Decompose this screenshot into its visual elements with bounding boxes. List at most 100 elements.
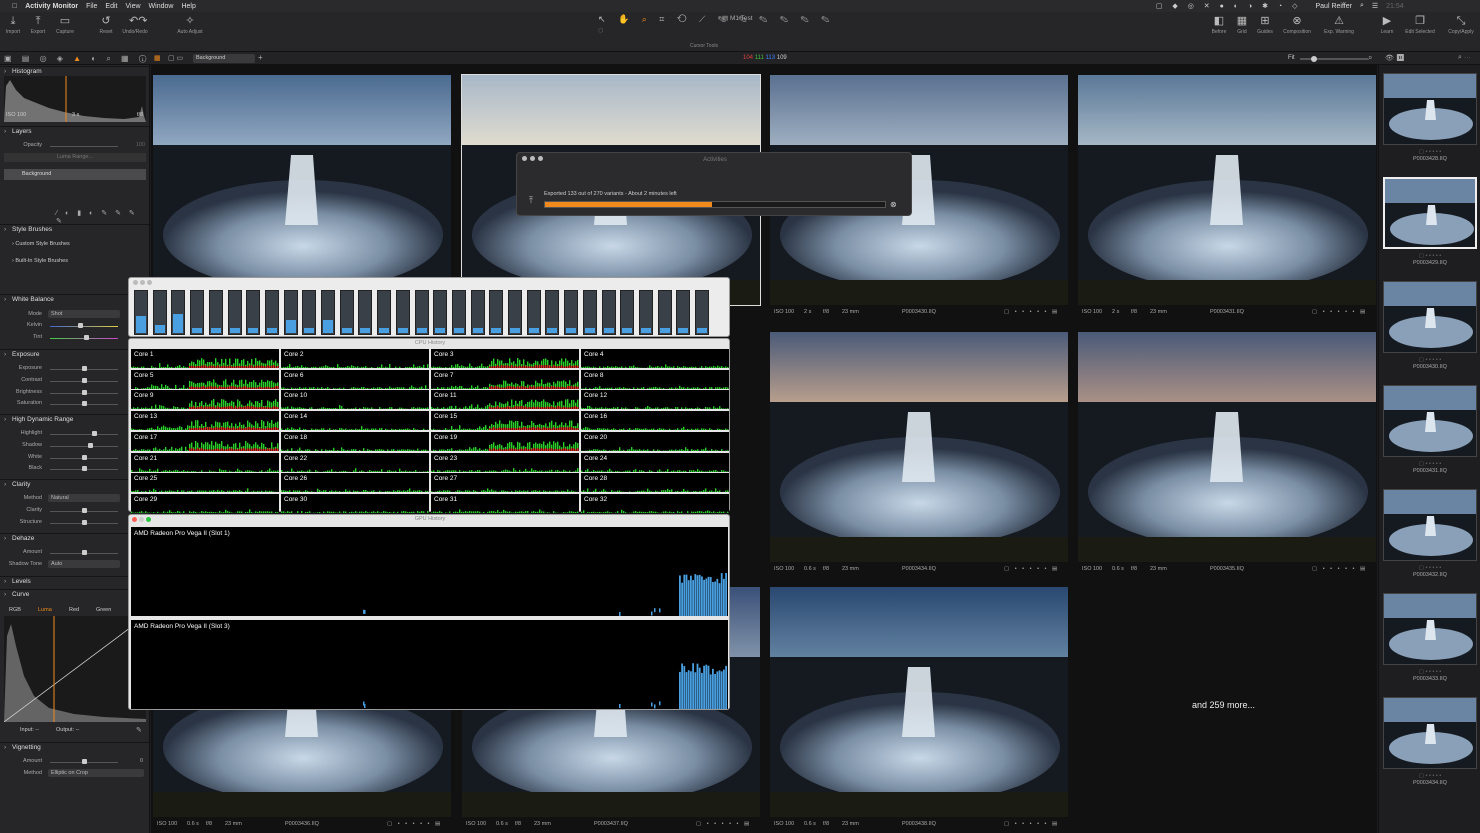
custom-style-brushes[interactable]: › Custom Style Brushes bbox=[12, 241, 70, 247]
rating-stars[interactable]: ▢ • • • • • ▤ bbox=[1004, 566, 1059, 572]
filmstrip-rating[interactable]: ▢ • • • • • bbox=[1379, 357, 1480, 363]
opacity-slider[interactable] bbox=[50, 146, 118, 147]
tint-knob[interactable] bbox=[84, 335, 89, 340]
filmstrip-rating[interactable]: ▢ • • • • • bbox=[1379, 669, 1480, 675]
menu-edit[interactable]: Edit bbox=[105, 3, 117, 10]
grid-thumbnail[interactable] bbox=[770, 332, 1068, 562]
black-knob[interactable] bbox=[82, 466, 87, 471]
rating-stars[interactable]: ▢ • • • • • ▤ bbox=[1004, 309, 1059, 315]
copy-apply-button[interactable]: ⤡ Copy/Apply bbox=[1442, 15, 1480, 35]
zoom-slider-knob[interactable] bbox=[1311, 56, 1317, 62]
filmstrip-thumbnail[interactable] bbox=[1383, 489, 1477, 561]
filmstrip-search-icon[interactable]: ⌕ ⋯ bbox=[1458, 54, 1471, 62]
curve-tab-luma[interactable]: Luma bbox=[38, 607, 52, 613]
zoom-icon[interactable]: ⌕ bbox=[1368, 53, 1372, 63]
style-brushes-header[interactable]: Style Brushes bbox=[0, 224, 150, 235]
close-icon[interactable] bbox=[133, 280, 138, 285]
edit-selected-button[interactable]: ❐ Edit Selected bbox=[1400, 15, 1440, 35]
kelvin-slider[interactable] bbox=[50, 326, 118, 327]
highlight-slider[interactable] bbox=[50, 434, 118, 435]
eyedropper-icon[interactable]: ✎ bbox=[136, 726, 142, 734]
contrast-knob[interactable] bbox=[82, 378, 87, 383]
rating-stars[interactable]: ▢ • • • • • ▤ bbox=[696, 821, 751, 827]
grid-thumbnail[interactable] bbox=[153, 75, 451, 305]
filmstrip-thumbnail[interactable] bbox=[1383, 177, 1477, 249]
kelvin-knob[interactable] bbox=[78, 323, 83, 328]
shadow-tone-select[interactable]: Auto bbox=[48, 560, 120, 568]
rating-stars[interactable]: ▢ • • • • • ▤ bbox=[1004, 821, 1059, 827]
layer-select[interactable]: Background bbox=[193, 54, 255, 63]
search-icon[interactable]: ⌕ bbox=[1360, 2, 1364, 10]
grid-thumbnail[interactable] bbox=[1078, 332, 1376, 562]
brightness-knob[interactable] bbox=[82, 390, 87, 395]
vignetting-header[interactable]: Vignetting bbox=[0, 742, 150, 753]
zoom-tool-icon[interactable]: ⌕ bbox=[642, 14, 652, 24]
wb-mode-select[interactable]: Shot bbox=[48, 310, 120, 318]
rating-stars[interactable]: ▢ • • • • • ▤ bbox=[1312, 566, 1367, 572]
menu-file[interactable]: File bbox=[86, 3, 97, 10]
menu-window[interactable]: Window bbox=[149, 3, 174, 10]
vignetting-method-select[interactable]: Elliptic on Crop bbox=[48, 769, 144, 777]
apple-icon[interactable]:  bbox=[12, 3, 17, 10]
curve-tab-red[interactable]: Red bbox=[69, 607, 79, 613]
exposure-knob[interactable] bbox=[82, 366, 87, 371]
filmstrip-rating[interactable]: ▢ • • • • • bbox=[1379, 773, 1480, 779]
filmstrip-rating[interactable]: ▢ • • • • • bbox=[1379, 149, 1480, 155]
luma-range-button[interactable]: Luma Range... bbox=[4, 153, 146, 162]
clarity-knob[interactable] bbox=[82, 508, 87, 513]
shadow-slider[interactable] bbox=[50, 446, 118, 447]
filmstrip-view-icons[interactable]: 👁 ⏸ bbox=[1385, 54, 1405, 62]
builtin-style-brushes[interactable]: › Built-In Style Brushes bbox=[12, 258, 68, 264]
reset-button[interactable]: ↺ Reset bbox=[93, 15, 119, 35]
curve-tab-rgb[interactable]: RGB bbox=[9, 607, 21, 613]
clock[interactable]: 21:54 bbox=[1386, 3, 1404, 10]
dehaze-knob[interactable] bbox=[82, 550, 87, 555]
curve-tab-green[interactable]: Green bbox=[96, 607, 111, 613]
cursor-tools[interactable]: ↖ ✋ ⌕ ⌗ ⟲ ⟋ ✎ ✎ ✎ ✎ ✎ ✎ ◌ bbox=[598, 14, 838, 26]
composition-button[interactable]: ⊗ Composition bbox=[1280, 15, 1314, 35]
single-view-icon[interactable]: ▢ ▭ bbox=[168, 54, 183, 62]
import-button[interactable]: ⤓ Import bbox=[0, 15, 26, 35]
user-name[interactable]: Paul Reiffer bbox=[1315, 3, 1351, 10]
highlight-knob[interactable] bbox=[92, 431, 97, 436]
clarity-method-select[interactable]: Natural bbox=[48, 494, 120, 502]
rating-stars[interactable]: ▢ • • • • • ▤ bbox=[387, 821, 442, 827]
filmstrip-rating[interactable]: ▢ • • • • • bbox=[1379, 461, 1480, 467]
filmstrip-thumbnail[interactable] bbox=[1383, 385, 1477, 457]
minimize-icon[interactable] bbox=[140, 280, 145, 285]
rating-stars[interactable]: ▢ • • • • • ▤ bbox=[1312, 309, 1367, 315]
status-icons[interactable]: ▢ ◆ ◎ ✕ ● ◐ ◑ ✱ ◔ ◇ bbox=[1156, 2, 1302, 10]
vignetting-knob[interactable] bbox=[82, 759, 87, 764]
undo-redo-button[interactable]: ↶↷ Undo/Redo bbox=[122, 15, 148, 35]
grid-thumbnail[interactable] bbox=[1078, 75, 1376, 305]
menu-view[interactable]: View bbox=[125, 3, 140, 10]
zoom-icon[interactable] bbox=[147, 280, 152, 285]
filmstrip-thumbnail[interactable] bbox=[1383, 593, 1477, 665]
exp-warning-button[interactable]: ⚠ Exp. Warning bbox=[1320, 15, 1358, 35]
layers-header[interactable]: Layers bbox=[0, 126, 150, 137]
export-button[interactable]: ⤒ Export bbox=[25, 15, 51, 35]
control-center-icon[interactable]: ☰ bbox=[1372, 2, 1378, 10]
capture-button[interactable]: ▭ Capture bbox=[52, 15, 78, 35]
tool-tab-icons[interactable]: ▣ ▤ ◎ ◈ ▲ ◐ ⌕ ▦ ⓘ bbox=[4, 54, 150, 64]
saturation-knob[interactable] bbox=[82, 401, 87, 406]
filmstrip-thumbnail[interactable] bbox=[1383, 697, 1477, 769]
structure-knob[interactable] bbox=[82, 520, 87, 525]
zoom-fit-label[interactable]: Fit bbox=[1288, 55, 1295, 61]
grid-view-icon[interactable]: ▦ bbox=[154, 54, 161, 62]
add-layer-icon[interactable]: + bbox=[258, 53, 263, 62]
guides-button[interactable]: ⊞ Guides bbox=[1252, 15, 1278, 35]
auto-adjust-button[interactable]: ✧ Auto Adjust bbox=[175, 15, 205, 35]
learn-button[interactable]: ▶ Learn bbox=[1374, 15, 1400, 35]
filmstrip-thumbnail[interactable] bbox=[1383, 73, 1477, 145]
filmstrip-thumbnail[interactable] bbox=[1383, 281, 1477, 353]
layer-tool-icons[interactable]: ⁄ ◐ ▮ ◐ ✎ ✎ ✎ ✎ bbox=[56, 209, 149, 225]
filmstrip-rating[interactable]: ▢ • • • • • bbox=[1379, 565, 1480, 571]
curve-graph[interactable] bbox=[4, 616, 146, 722]
menu-help[interactable]: Help bbox=[181, 3, 195, 10]
filmstrip-rating[interactable]: ▢ • • • • • bbox=[1379, 253, 1480, 259]
white-knob[interactable] bbox=[82, 455, 87, 460]
background-layer[interactable]: Background bbox=[4, 169, 146, 180]
app-menu[interactable]: Activity Monitor bbox=[25, 3, 78, 10]
cancel-export-icon[interactable]: ⊗ bbox=[890, 200, 897, 209]
